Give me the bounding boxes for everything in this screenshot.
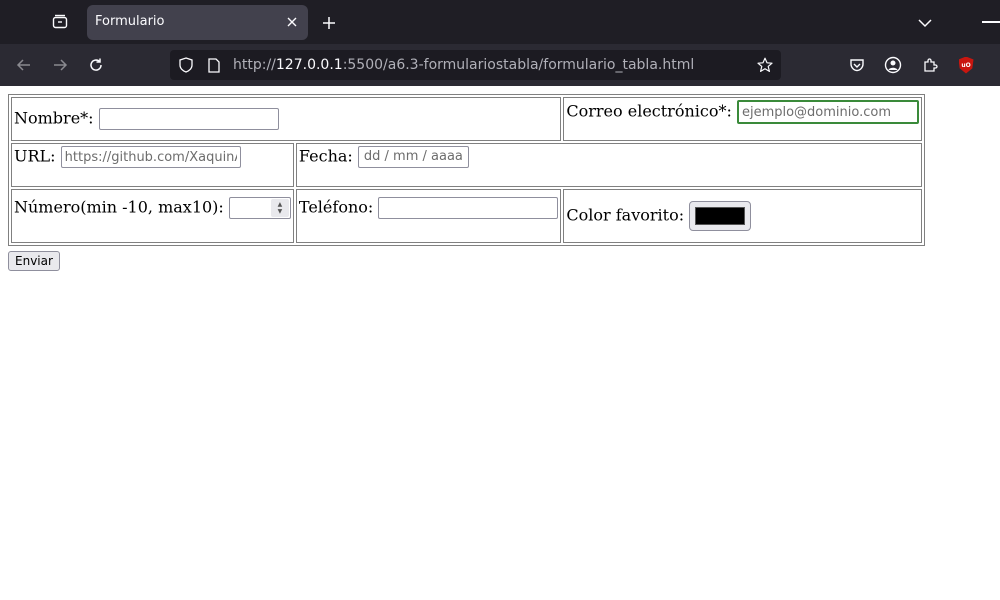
date-input[interactable]: dd / mm / aaaa <box>357 146 469 168</box>
number-input[interactable]: ▲ ▼ <box>228 197 291 219</box>
color-label: Color favorito: <box>566 205 685 225</box>
nombre-label: Nombre*: <box>14 108 94 128</box>
table-row: Nombre*: Correo electrónico*: <box>11 97 922 141</box>
fecha-label: Fecha: <box>298 146 353 166</box>
table-row: Número(min -10, max10): ▲ ▼ Teléfono: Col… <box>11 189 922 243</box>
star-icon[interactable] <box>757 57 773 73</box>
ublock-label: uO <box>961 61 971 69</box>
ublock-badge: uO <box>958 56 974 74</box>
pocket-icon[interactable] <box>845 53 869 77</box>
spinner-icon[interactable]: ▲ ▼ <box>270 199 289 217</box>
chevron-down-icon[interactable] <box>914 12 936 34</box>
phone-input[interactable] <box>378 197 559 219</box>
window-minimize-button[interactable] <box>982 21 1000 23</box>
tab-bar: Formulario <box>0 0 1000 44</box>
color-cell: Color favorito: <box>563 189 922 243</box>
tab-title: Formulario <box>95 14 165 29</box>
email-field[interactable] <box>736 100 919 124</box>
submit-button[interactable]: Enviar <box>8 251 60 271</box>
page-content: Nombre*: Correo electrónico*: URL: Fecha… <box>0 86 1000 600</box>
page-icon[interactable] <box>206 57 222 73</box>
url-cell: URL: <box>11 143 294 187</box>
color-picker-button[interactable] <box>689 201 752 231</box>
nombre-cell: Nombre*: <box>11 97 562 141</box>
active-tab[interactable]: Formulario <box>87 5 308 40</box>
numero-cell: Número(min -10, max10): ▲ ▼ <box>11 189 294 243</box>
extensions-icon[interactable] <box>918 53 942 77</box>
forward-arrow-icon[interactable] <box>48 53 72 77</box>
close-icon[interactable] <box>284 14 300 30</box>
url-text[interactable]: http://127.0.0.1:5500/a6.3-formulariosta… <box>233 57 694 73</box>
fecha-cell: Fecha: dd / mm / aaaa <box>295 143 922 187</box>
back-arrow-icon[interactable] <box>12 53 36 77</box>
correo-cell: Correo electrónico*: <box>563 97 922 141</box>
url-label: URL: <box>14 146 56 166</box>
form-table: Nombre*: Correo electrónico*: URL: Fecha… <box>8 94 925 246</box>
url-path: :5500/a6.3-formulariostabla/formulario_t… <box>342 57 695 73</box>
url-host: 127.0.0.1 <box>275 57 343 73</box>
url-input[interactable] <box>60 146 241 168</box>
account-icon[interactable] <box>881 53 905 77</box>
telefono-cell: Teléfono: <box>295 189 562 243</box>
url-scheme: http:// <box>233 57 276 73</box>
plus-icon[interactable] <box>318 12 340 34</box>
color-swatch <box>695 207 746 225</box>
numero-label: Número(min -10, max10): <box>14 197 224 217</box>
reload-icon[interactable] <box>84 53 108 77</box>
ublock-icon[interactable]: uO <box>954 53 978 77</box>
tab-list-icon[interactable] <box>48 10 72 34</box>
table-row: URL: Fecha: dd / mm / aaaa <box>11 143 922 187</box>
shield-icon[interactable] <box>178 57 194 73</box>
address-bar[interactable]: http://127.0.0.1:5500/a6.3-formulariosta… <box>170 50 781 80</box>
telefono-label: Teléfono: <box>298 197 374 217</box>
nombre-input[interactable] <box>98 108 279 130</box>
correo-label: Correo electrónico*: <box>566 101 732 121</box>
